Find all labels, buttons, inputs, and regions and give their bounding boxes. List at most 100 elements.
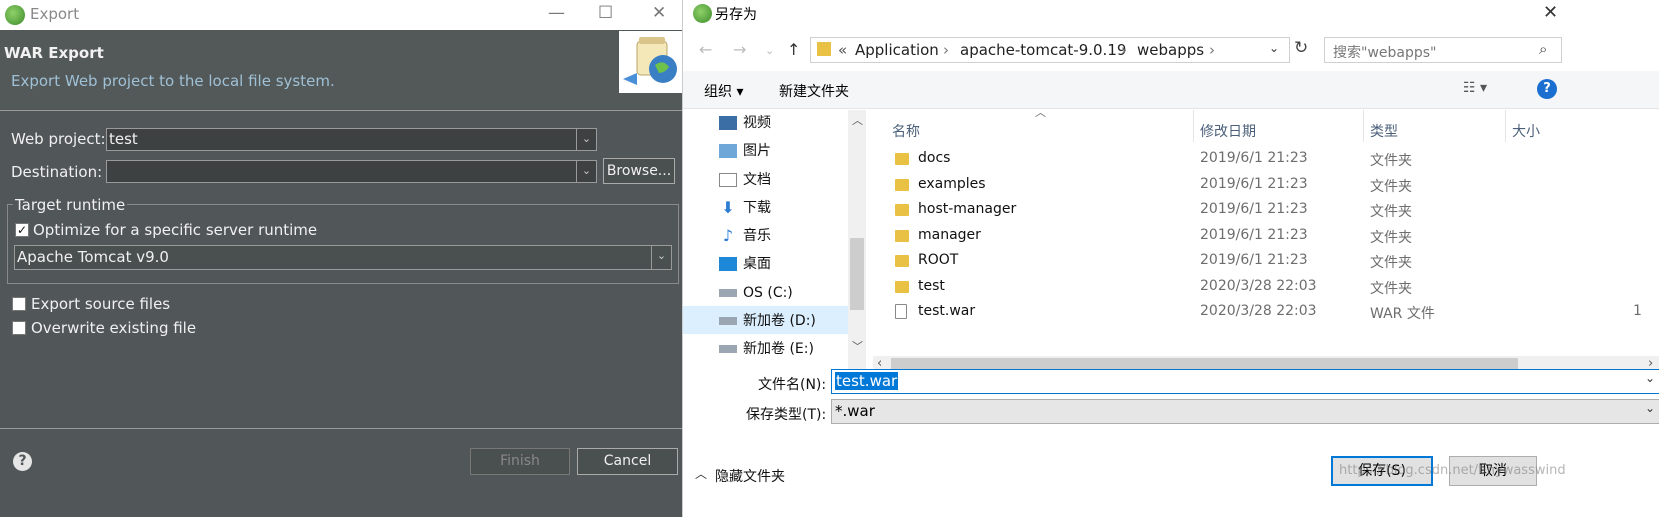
file-row[interactable]: manager 2019/6/1 21:23 文件夹 — [873, 223, 1659, 250]
nav-item-music[interactable]: ♪ 音乐 — [719, 223, 771, 249]
scrollbar-thumb[interactable] — [850, 238, 864, 310]
breadcrumb-separator-icon: › — [943, 41, 949, 59]
export-titlebar: Export — ☐ ✕ — [0, 0, 682, 30]
runtime-combo[interactable]: Apache Tomcat v9.0 ⌄ — [14, 245, 672, 270]
nav-item-downloads[interactable]: ⬇ 下载 — [719, 195, 771, 221]
web-project-label: Web project: — [11, 130, 106, 148]
finish-button[interactable]: Finish — [470, 448, 570, 475]
file-row[interactable]: test.war 2020/3/28 22:03 WAR 文件 1 — [873, 299, 1659, 326]
breadcrumb-overflow[interactable]: « — [838, 41, 847, 59]
chevron-down-icon[interactable]: ⌄ — [1645, 371, 1655, 385]
eclipse-app-icon — [693, 4, 712, 23]
folder-icon — [895, 204, 909, 216]
nav-item-videos[interactable]: 视频 — [719, 110, 771, 136]
column-header-date[interactable]: 修改日期 — [1200, 121, 1256, 141]
search-box[interactable]: 搜索"webapps" ⌕ — [1324, 37, 1562, 63]
file-type: 文件夹 — [1370, 281, 1412, 297]
up-arrow-icon[interactable]: ↑ — [787, 40, 800, 59]
filetype-value: *.war — [835, 402, 875, 420]
wizard-description: Export Web project to the local file sys… — [11, 72, 335, 90]
column-header-size[interactable]: 大小 — [1512, 121, 1540, 141]
search-placeholder: 搜索"webapps" — [1333, 45, 1437, 61]
file-date: 2020/3/28 22:03 — [1200, 278, 1317, 294]
document-icon — [719, 173, 737, 187]
hide-folders-toggle[interactable]: 隐藏文件夹 — [715, 466, 785, 486]
file-date: 2019/6/1 21:23 — [1200, 176, 1308, 192]
column-divider[interactable] — [1505, 110, 1506, 142]
column-divider[interactable] — [1193, 110, 1194, 142]
file-row[interactable]: host-manager 2019/6/1 21:23 文件夹 — [873, 197, 1659, 224]
file-row[interactable]: test 2020/3/28 22:03 文件夹 — [873, 274, 1659, 301]
wizard-title: WAR Export — [4, 44, 104, 62]
nav-item-label: 图片 — [743, 143, 771, 159]
nav-item-drive-d[interactable]: 新加卷 (D:) — [719, 308, 816, 334]
nav-item-label: 视频 — [743, 115, 771, 131]
cancel-button[interactable]: Cancel — [577, 448, 678, 475]
file-date: 2019/6/1 21:23 — [1200, 252, 1308, 268]
address-dropdown-icon[interactable]: ⌄ — [1269, 41, 1279, 55]
filetype-select[interactable]: *.war ⌄ — [831, 399, 1659, 424]
nav-item-drive-e[interactable]: 新加卷 (E:) — [719, 336, 814, 362]
chevron-up-icon[interactable]: ︿ — [695, 465, 707, 482]
column-header-type[interactable]: 类型 — [1370, 121, 1398, 141]
file-name: test — [918, 278, 945, 294]
command-toolbar: 组织 ▾ 新建文件夹 ☷ ▾ ? — [683, 71, 1659, 109]
web-project-value: test — [109, 130, 138, 148]
breadcrumb-item-application[interactable]: Application — [855, 41, 939, 59]
view-options-icon[interactable]: ☷ ▾ — [1463, 80, 1487, 96]
watermark-text: https://blog.csdn.net/tinywasswind — [1339, 463, 1566, 478]
chevron-down-icon[interactable]: ⌄ — [1645, 401, 1655, 415]
back-arrow-icon[interactable]: ← — [699, 40, 712, 59]
close-icon[interactable]: ✕ — [652, 3, 666, 23]
column-header-name[interactable]: 名称 — [892, 121, 920, 141]
help-icon[interactable]: ? — [13, 452, 32, 471]
chevron-down-icon[interactable]: ﹀ — [852, 338, 863, 354]
nav-item-documents[interactable]: 文档 — [719, 167, 771, 193]
file-name: docs — [918, 150, 951, 166]
minimize-icon[interactable]: — — [548, 3, 565, 23]
file-row[interactable]: examples 2019/6/1 21:23 文件夹 — [873, 172, 1659, 199]
filename-input[interactable]: test.war ⌄ — [831, 369, 1659, 394]
target-runtime-label: Target runtime — [13, 196, 128, 214]
maximize-icon[interactable]: ☐ — [598, 3, 613, 23]
file-name: host-manager — [918, 201, 1017, 217]
close-icon[interactable]: ✕ — [1543, 2, 1558, 23]
breadcrumb-item-tomcat[interactable]: apache-tomcat-9.0.19 — [960, 41, 1126, 59]
search-icon[interactable]: ⌕ — [1539, 40, 1547, 58]
web-project-combo[interactable]: test ⌄ — [106, 128, 597, 151]
desktop-icon — [719, 257, 737, 271]
chevron-down-icon[interactable]: ⌄ — [651, 246, 671, 269]
recent-chevron-icon[interactable]: ⌄ — [765, 44, 774, 57]
export-source-checkbox[interactable] — [12, 297, 26, 311]
optimize-checkbox[interactable]: ✓ — [15, 223, 29, 237]
chevron-down-icon[interactable]: ⌄ — [576, 161, 596, 182]
file-type: 文件夹 — [1370, 153, 1412, 169]
chevron-up-icon[interactable]: ︿ — [852, 112, 863, 128]
file-date: 2019/6/1 21:23 — [1200, 150, 1308, 166]
organize-menu[interactable]: 组织 ▾ — [704, 81, 743, 101]
forward-arrow-icon[interactable]: → — [733, 40, 746, 59]
address-bar[interactable]: « Application › apache-tomcat-9.0.19 › w… — [810, 37, 1290, 63]
folder-icon — [817, 42, 831, 56]
overwrite-checkbox[interactable] — [12, 321, 26, 335]
file-name: ROOT — [918, 252, 959, 268]
column-divider[interactable] — [1363, 110, 1364, 142]
chevron-down-icon[interactable]: ⌄ — [576, 129, 596, 150]
browse-button[interactable]: Browse... — [603, 158, 675, 184]
nav-item-desktop[interactable]: 桌面 — [719, 251, 771, 277]
nav-item-label: 新加卷 (E:) — [743, 341, 814, 357]
nav-vertical-scrollbar[interactable]: ︿ ﹀ — [848, 110, 866, 376]
help-icon[interactable]: ? — [1537, 79, 1557, 99]
export-dialog: Export — ☐ ✕ WAR Export Export Web proje… — [0, 0, 682, 517]
nav-item-drive-c[interactable]: OS (C:) — [719, 280, 793, 306]
new-folder-button[interactable]: 新建文件夹 — [779, 81, 849, 101]
file-name: test.war — [918, 303, 976, 319]
breadcrumb-item-webapps[interactable]: webapps — [1137, 41, 1204, 59]
file-row[interactable]: docs 2019/6/1 21:23 文件夹 — [873, 146, 1659, 173]
nav-item-pictures[interactable]: 图片 — [719, 138, 771, 164]
file-row[interactable]: ROOT 2019/6/1 21:23 文件夹 — [873, 248, 1659, 275]
navigation-pane: 视频 图片 文档 ⬇ 下载 ♪ 音乐 桌面 OS (C:) 新加卷 (D:) 新加卷… — [683, 110, 868, 376]
war-export-banner-icon — [619, 31, 682, 93]
destination-combo[interactable]: ⌄ — [106, 160, 597, 183]
refresh-icon[interactable]: ↻ — [1294, 38, 1308, 58]
